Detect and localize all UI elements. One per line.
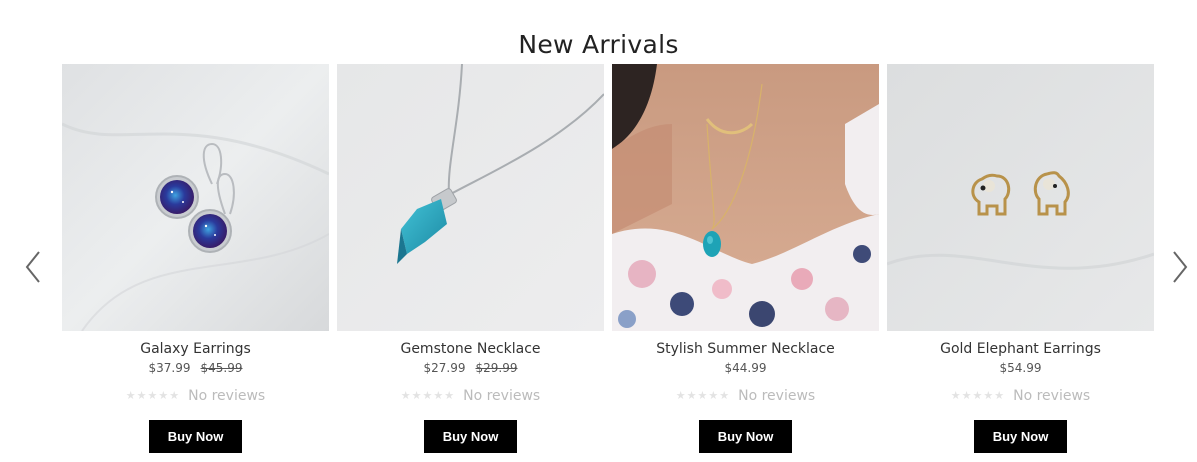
section-title: New Arrivals [518, 29, 679, 59]
chevron-right-icon [1173, 251, 1188, 283]
reviews-label: No reviews [738, 388, 816, 404]
product-price: $27.99 [423, 361, 466, 375]
product-image-gold-elephant-earrings[interactable] [887, 64, 1154, 331]
product-prices: $54.99 [887, 359, 1154, 377]
product-image-galaxy-earrings[interactable] [62, 64, 329, 331]
product-price: $37.99 [148, 361, 191, 375]
product-compare-price: $45.99 [200, 361, 243, 375]
star-rating-icon: ★★★★★ [950, 389, 1006, 402]
product-title[interactable]: Stylish Summer Necklace [612, 339, 879, 359]
product-card-galaxy-earrings: Galaxy Earrings $37.99 $45.99 ★★★★★ No rev… [62, 64, 329, 462]
product-image-stylish-summer-necklace[interactable] [612, 64, 879, 331]
buy-now-button[interactable]: Buy Now [974, 420, 1067, 453]
buy-now-button[interactable]: Buy Now [699, 420, 792, 453]
star-rating-icon: ★★★★★ [675, 389, 731, 402]
product-card-gemstone-necklace: Gemstone Necklace $27.99 $29.99 ★★★★★ No r… [337, 64, 604, 462]
product-title[interactable]: Gold Elephant Earrings [887, 339, 1154, 359]
product-prices: $37.99 $45.99 [62, 359, 329, 377]
reviews-label: No reviews [188, 388, 266, 404]
product-title[interactable]: Galaxy Earrings [62, 339, 329, 359]
product-prices: $27.99 $29.99 [337, 359, 604, 377]
reviews-label: No reviews [1013, 388, 1091, 404]
product-card-stylish-summer-necklace: Stylish Summer Necklace $44.99 ★★★★★ No r… [612, 64, 879, 462]
star-rating-icon: ★★★★★ [125, 389, 181, 402]
product-image-gemstone-necklace[interactable] [337, 64, 604, 331]
star-rating-icon: ★★★★★ [400, 389, 456, 402]
buy-now-button[interactable]: Buy Now [149, 420, 242, 453]
buy-now-button[interactable]: Buy Now [424, 420, 517, 453]
product-card-gold-elephant-earrings: Gold Elephant Earrings $54.99 ★★★★★ No re… [887, 64, 1154, 462]
product-price: $54.99 [999, 361, 1042, 375]
product-reviews: ★★★★★ No reviews [62, 386, 329, 406]
reviews-label: No reviews [463, 388, 541, 404]
product-title[interactable]: Gemstone Necklace [337, 339, 604, 359]
product-reviews: ★★★★★ No reviews [887, 386, 1154, 406]
product-price: $44.99 [724, 361, 767, 375]
product-prices: $44.99 [612, 359, 879, 377]
chevron-left-icon [25, 251, 40, 283]
product-reviews: ★★★★★ No reviews [612, 386, 879, 406]
product-compare-price: $29.99 [475, 361, 518, 375]
carousel-next-button[interactable] [1169, 250, 1191, 284]
product-reviews: ★★★★★ No reviews [337, 386, 604, 406]
carousel-prev-button[interactable] [23, 250, 45, 284]
